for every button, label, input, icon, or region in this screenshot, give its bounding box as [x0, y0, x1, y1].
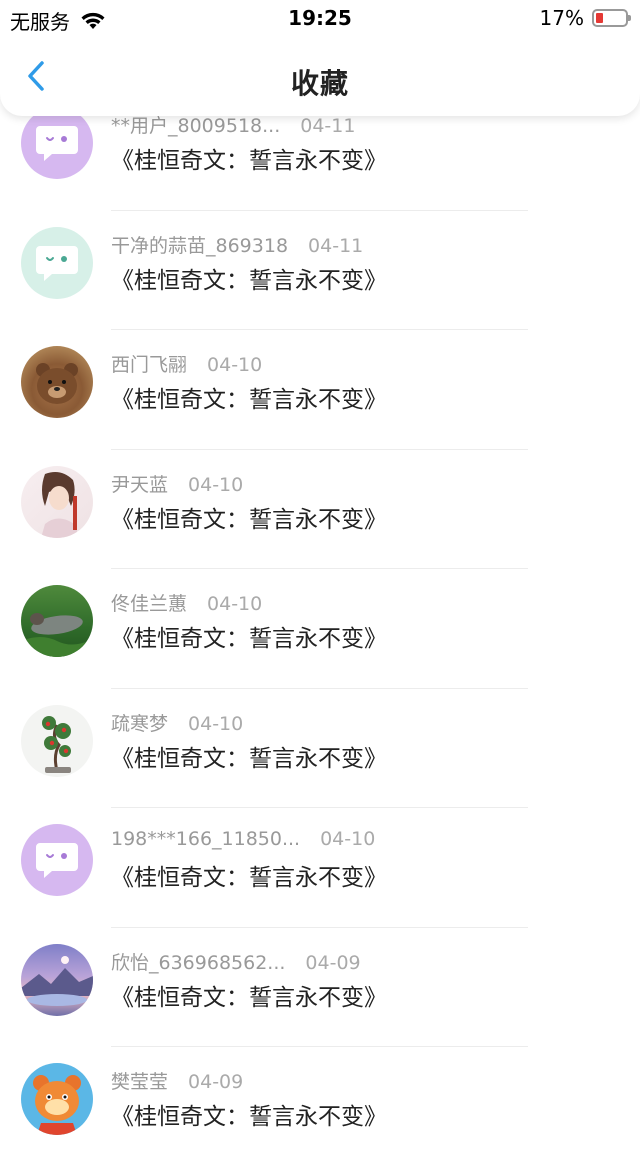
favorites-list: **用户_8009518... 04-11 《桂恒奇文：誓言永不变》 干净的蒜苗…	[0, 91, 640, 1167]
bear-icon	[36, 363, 78, 404]
date: 04-11	[300, 115, 356, 137]
username: 疏寒梦	[111, 712, 169, 735]
username: 樊莹莹	[111, 1071, 169, 1093]
grass-scene-icon	[21, 613, 93, 657]
avatar	[21, 704, 93, 777]
date: 04-09	[188, 1071, 244, 1093]
list-item[interactable]: 佟佳兰蕙 04-10 《桂恒奇文：誓言永不变》	[0, 569, 640, 689]
avatar	[21, 346, 93, 418]
anime-girl-icon	[41, 471, 77, 538]
avatar	[21, 1063, 93, 1135]
battery-icon	[592, 9, 631, 27]
battery-percent: 17%	[539, 6, 584, 30]
page-title: 收藏	[290, 67, 349, 100]
username: 佟佳兰蕙	[111, 593, 188, 615]
username: 198***166_11850...	[111, 828, 301, 850]
avatar	[21, 824, 93, 896]
article-title: 《桂恒奇文：誓言永不变》	[111, 984, 387, 1011]
status-bar: 无服务 19:25 17%	[0, 0, 640, 36]
username: 尹天蓝	[111, 473, 169, 496]
date: 04-10	[207, 354, 263, 376]
chat-bubble-icon	[36, 245, 78, 281]
avatar	[21, 943, 93, 1016]
article-title: 《桂恒奇文：誓言永不变》	[111, 1104, 387, 1130]
avatar	[21, 107, 93, 179]
cartoon-cat-icon	[33, 1075, 81, 1135]
article-title: 《桂恒奇文：誓言永不变》	[111, 267, 387, 294]
list-item[interactable]: 西门飞翮 04-10 《桂恒奇文：誓言永不变》	[0, 330, 640, 450]
list-item[interactable]: 干净的蒜苗_869318 04-11 《桂恒奇文：誓言永不变》	[0, 211, 640, 330]
list-item[interactable]: 欣怡_636968562... 04-09 《桂恒奇文：誓言永不变》	[0, 928, 640, 1047]
date: 04-10	[207, 593, 263, 615]
avatar	[21, 585, 93, 657]
bonsai-icon	[42, 715, 71, 773]
list-item[interactable]: 尹天蓝 04-10 《桂恒奇文：誓言永不变》	[0, 450, 640, 569]
battery-fill	[596, 13, 603, 23]
list-item[interactable]: 疏寒梦 04-10 《桂恒奇文：誓言永不变》	[0, 689, 640, 808]
chat-bubble-icon	[36, 126, 78, 161]
list-item[interactable]: 樊莹莹 04-09 《桂恒奇文：誓言永不变》	[0, 1047, 640, 1167]
article-title: 《桂恒奇文：誓言永不变》	[111, 387, 387, 413]
navigation-bar: 收藏	[0, 36, 640, 116]
article-title: 《桂恒奇文：誓言永不变》	[111, 626, 387, 652]
article-title: 《桂恒奇文：誓言永不变》	[111, 148, 387, 174]
sky-scene-icon	[21, 955, 93, 1006]
username: 欣怡_636968562...	[111, 951, 286, 974]
status-right: 17%	[539, 6, 631, 30]
date: 04-10	[320, 828, 376, 850]
date: 04-11	[308, 234, 364, 257]
chat-bubble-icon	[36, 843, 78, 878]
avatar	[21, 465, 93, 538]
avatar	[21, 226, 93, 299]
article-title: 《桂恒奇文：誓言永不变》	[111, 865, 387, 891]
date: 04-09	[305, 951, 361, 974]
date: 04-10	[188, 473, 244, 496]
username: 干净的蒜苗_869318	[111, 234, 289, 257]
list-item[interactable]: 198***166_11850... 04-10 《桂恒奇文：誓言永不变》	[0, 808, 640, 928]
article-title: 《桂恒奇文：誓言永不变》	[111, 506, 387, 533]
date: 04-10	[188, 712, 244, 735]
article-title: 《桂恒奇文：誓言永不变》	[111, 745, 387, 772]
username: 西门飞翮	[111, 354, 188, 376]
